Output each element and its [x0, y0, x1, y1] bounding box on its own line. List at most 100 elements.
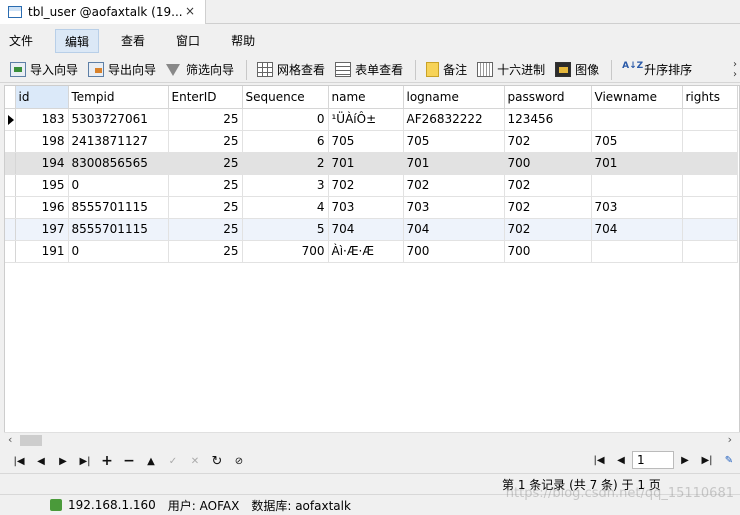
cell-password[interactable]: 702 [504, 174, 592, 197]
cell-name[interactable]: Àì·Æ·Æ [328, 240, 404, 263]
scrollbar-thumb[interactable] [20, 435, 42, 446]
cell-id[interactable]: 198 [15, 130, 69, 153]
cell-id[interactable]: 197 [15, 218, 69, 241]
cell-logname[interactable]: 700 [403, 240, 505, 263]
cell-password[interactable]: 700 [504, 240, 592, 263]
cell-name[interactable]: 703 [328, 196, 404, 219]
cell-password[interactable]: 123456 [504, 108, 592, 131]
table-row[interactable]: 195 0 25 3 702 702 702 [5, 174, 738, 197]
form-view-button[interactable]: 表单查看 [331, 59, 407, 81]
menu-edit[interactable]: 编辑 [55, 29, 100, 53]
cell-logname[interactable]: AF26832222 [403, 108, 505, 131]
prev-record-icon[interactable]: ◀ [30, 456, 52, 467]
cell-logname[interactable]: 701 [403, 152, 505, 175]
cell-tempid[interactable]: 5303727061 [68, 108, 169, 131]
cell-sequence[interactable]: 4 [242, 196, 329, 219]
next-record-icon[interactable]: ▶ [52, 456, 74, 467]
cell-sequence[interactable]: 3 [242, 174, 329, 197]
cell-id[interactable]: 183 [15, 108, 69, 131]
last-page-icon[interactable]: ▶| [696, 455, 718, 466]
cell-password[interactable]: 702 [504, 196, 592, 219]
discard-changes-icon[interactable]: ✕ [184, 456, 206, 467]
cell-id[interactable]: 196 [15, 196, 69, 219]
close-icon[interactable]: × [185, 4, 195, 18]
add-record-icon[interactable]: + [96, 453, 118, 469]
table-row[interactable]: 198 2413871127 25 6 705 705 702 705 [5, 130, 738, 153]
table-row[interactable]: 197 8555701115 25 5 704 704 702 704 [5, 218, 738, 241]
cell-rights[interactable] [682, 196, 738, 219]
last-record-icon[interactable]: ▶| [74, 456, 96, 467]
cell-enterid[interactable]: 25 [168, 218, 243, 241]
row-indicator[interactable] [5, 130, 16, 153]
row-indicator[interactable] [5, 174, 16, 197]
cell-enterid[interactable]: 25 [168, 174, 243, 197]
cell-tempid[interactable]: 8555701115 [68, 196, 169, 219]
cell-enterid[interactable]: 25 [168, 108, 243, 131]
page-settings-icon[interactable]: ✎ [718, 455, 740, 466]
menu-help[interactable]: 帮助 [222, 29, 264, 53]
cell-enterid[interactable]: 25 [168, 130, 243, 153]
cell-rights[interactable] [682, 174, 738, 197]
cell-tempid[interactable]: 8300856565 [68, 152, 169, 175]
row-indicator[interactable] [5, 196, 16, 219]
next-page-icon[interactable]: ▶ [674, 455, 696, 466]
cell-rights[interactable] [682, 240, 738, 263]
cell-sequence[interactable]: 2 [242, 152, 329, 175]
cell-logname[interactable]: 702 [403, 174, 505, 197]
cell-sequence[interactable]: 0 [242, 108, 329, 131]
cell-viewname[interactable]: 705 [591, 130, 683, 153]
cell-logname[interactable]: 703 [403, 196, 505, 219]
cell-logname[interactable]: 704 [403, 218, 505, 241]
cell-viewname[interactable]: 704 [591, 218, 683, 241]
menu-view[interactable]: 查看 [112, 29, 154, 53]
cell-sequence[interactable]: 6 [242, 130, 329, 153]
filter-wizard-button[interactable]: 筛选向导 [162, 59, 238, 81]
cell-enterid[interactable]: 25 [168, 196, 243, 219]
cell-id[interactable]: 194 [15, 152, 69, 175]
row-indicator[interactable] [5, 152, 16, 175]
hex-button[interactable]: 十六进制 [473, 59, 549, 81]
page-number-input[interactable] [632, 451, 674, 469]
column-header-viewname[interactable]: Viewname [591, 86, 683, 109]
column-header-tempid[interactable]: Tempid [68, 86, 169, 109]
menu-window[interactable]: 窗口 [167, 29, 209, 53]
cell-viewname[interactable]: 701 [591, 152, 683, 175]
cell-name[interactable]: 702 [328, 174, 404, 197]
scroll-left-icon[interactable]: ‹ [8, 433, 12, 446]
table-row[interactable]: 183 5303727061 25 0 ¹ÜÀíÔ± AF26832222 12… [5, 108, 738, 131]
row-indicator[interactable] [5, 240, 16, 263]
cell-viewname[interactable] [591, 240, 683, 263]
cell-tempid[interactable]: 8555701115 [68, 218, 169, 241]
cell-sequence[interactable]: 5 [242, 218, 329, 241]
delete-record-icon[interactable]: − [118, 453, 140, 469]
grid-view-button[interactable]: 网格查看 [253, 59, 329, 81]
cell-name[interactable]: 704 [328, 218, 404, 241]
horizontal-scrollbar[interactable]: ‹ › [4, 432, 740, 447]
cell-rights[interactable] [682, 218, 738, 241]
cell-tempid[interactable]: 2413871127 [68, 130, 169, 153]
cell-enterid[interactable]: 25 [168, 152, 243, 175]
table-row[interactable]: 191 0 25 700 Àì·Æ·Æ 700 700 [5, 240, 738, 263]
tab-tbl-user[interactable]: tbl_user @aofaxtalk (19... × [0, 0, 206, 24]
cell-name[interactable]: ¹ÜÀíÔ± [328, 108, 404, 131]
column-header-rights[interactable]: rights [682, 86, 738, 109]
column-header-sequence[interactable]: Sequence [242, 86, 329, 109]
cell-rights[interactable] [682, 152, 738, 175]
row-indicator[interactable] [5, 218, 16, 241]
refresh-icon[interactable]: ↻ [206, 454, 228, 469]
table-row[interactable]: 194 8300856565 25 2 701 701 700 701 [5, 152, 738, 175]
cell-viewname[interactable] [591, 108, 683, 131]
cell-name[interactable]: 701 [328, 152, 404, 175]
cell-password[interactable]: 702 [504, 130, 592, 153]
cell-id[interactable]: 195 [15, 174, 69, 197]
column-header-id[interactable]: id [15, 86, 69, 109]
move-up-icon[interactable]: ▲ [140, 456, 162, 467]
cell-enterid[interactable]: 25 [168, 240, 243, 263]
column-header-logname[interactable]: logname [403, 86, 505, 109]
toolbar-overflow-icon[interactable]: › › [733, 60, 737, 80]
row-indicator[interactable] [5, 108, 16, 131]
cell-viewname[interactable] [591, 174, 683, 197]
cell-id[interactable]: 191 [15, 240, 69, 263]
stop-icon[interactable]: ⊘ [228, 456, 250, 467]
cell-password[interactable]: 700 [504, 152, 592, 175]
